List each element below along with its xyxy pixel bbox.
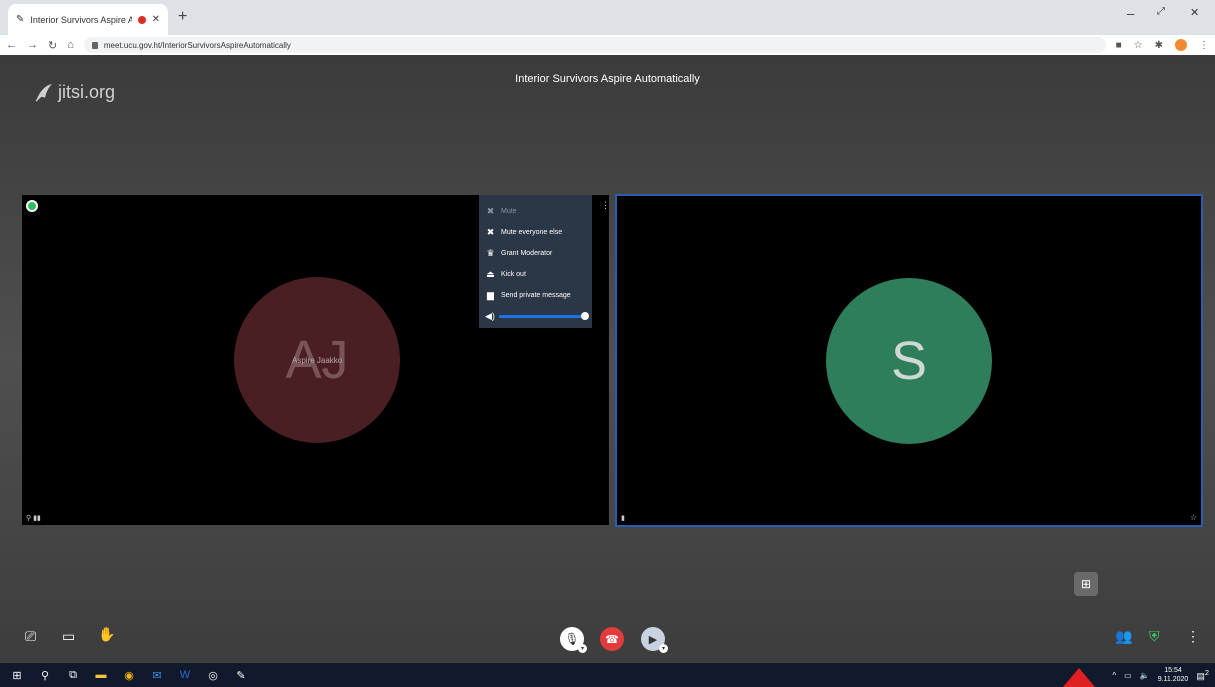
eject-icon: ⏏: [486, 269, 495, 279]
grid-icon: ⊞: [1080, 577, 1092, 591]
volume-slider[interactable]: ◀): [485, 306, 589, 326]
hangup-icon: ☎: [605, 633, 619, 646]
menu-item-label: Kick out: [501, 271, 526, 278]
invite-people-icon[interactable]: 👥: [1115, 628, 1132, 645]
screenshare-icon[interactable]: ▭: [62, 628, 75, 645]
window-close-button[interactable]: ✕: [1190, 6, 1199, 19]
windows-taskbar: ⊞ ⚲ ⧉ ▬ ◉ ✉ W ◎ ✎ ^ ▭ 🔈 15:54 9.11.2020 …: [0, 663, 1215, 687]
back-icon[interactable]: ←: [6, 39, 17, 51]
volume-track[interactable]: [498, 311, 589, 320]
clock[interactable]: 15:54 9.11.2020: [1158, 666, 1189, 684]
clock-time: 15:54: [1164, 667, 1182, 674]
url-text: meet.ucu.gov.ht/InteriorSurvivorsAspireA…: [103, 40, 291, 50]
microphone-icon: 🎙: [564, 632, 580, 646]
connection-indicator-icon[interactable]: [26, 200, 38, 212]
profile-avatar[interactable]: [1175, 39, 1187, 51]
outlook-icon[interactable]: ✉: [150, 668, 164, 682]
meeting-area: jitsi.org Interior Survivors Aspire Auto…: [0, 55, 1215, 663]
task-view-icon[interactable]: ⧉: [66, 668, 80, 682]
remote-menu-icon[interactable]: ⋮: [601, 200, 610, 211]
tile-view-button[interactable]: ⊞: [1074, 572, 1098, 596]
notification-count: 2: [1204, 668, 1209, 677]
notifications-icon[interactable]: ▤2: [1196, 668, 1209, 682]
browser-menu-icon[interactable]: ⋮: [1199, 40, 1209, 51]
more-actions-icon[interactable]: ⋮: [1186, 628, 1200, 645]
chrome-icon[interactable]: ◉: [122, 668, 136, 682]
file-explorer-icon[interactable]: ▬: [94, 668, 108, 682]
menu-item-grant-moderator[interactable]: ♛ Grant Moderator: [485, 243, 586, 264]
window-minimize-button[interactable]: –: [1127, 6, 1134, 21]
remote-participant-menu: ✖ Mute ✖ Mute everyone else ♛ Grant Mode…: [479, 195, 592, 328]
new-tab-button[interactable]: +: [178, 8, 187, 26]
participant-name: Aspire Jaakko: [292, 356, 343, 365]
speaker-icon[interactable]: 🔈: [1140, 671, 1150, 680]
search-icon[interactable]: ⚲: [38, 668, 52, 682]
mic-off-icon: ✖: [486, 206, 495, 216]
browser-toolbar: ← → ↻ ⌂ meet.ucu.gov.ht/InteriorSurvivor…: [0, 35, 1215, 55]
annotation-arrow: [1063, 668, 1095, 687]
camera-button[interactable]: ▶ ▾: [641, 627, 668, 653]
tile-status-icons: ▮: [621, 515, 625, 522]
menu-item-label: Mute everyone else: [501, 229, 563, 236]
participant-tile-s[interactable]: S ▮ ☆: [615, 194, 1203, 527]
home-icon[interactable]: ⌂: [67, 39, 74, 51]
microphone-button[interactable]: 🎙 ▾: [560, 627, 587, 653]
menu-item-label: Mute: [501, 208, 517, 215]
menu-item-label: Grant Moderator: [501, 250, 553, 257]
window-maximize-button[interactable]: ⤢: [1157, 6, 1165, 17]
security-shield-icon[interactable]: ⛨: [1149, 628, 1160, 645]
browser-tabstrip: ✎ Interior Survivors Aspire Aut ✕ + – ⤢ …: [0, 0, 1215, 35]
jitsi-favicon-icon: ✎: [16, 14, 25, 25]
volume-handle[interactable]: [581, 311, 589, 320]
browser-tab[interactable]: ✎ Interior Survivors Aspire Aut ✕: [8, 4, 168, 35]
bookmark-star-icon[interactable]: ☆: [1134, 40, 1143, 51]
crown-icon: ♛: [486, 248, 495, 258]
tab-title: Interior Survivors Aspire Aut: [30, 14, 132, 25]
camera-off-icon: ▶: [648, 633, 658, 646]
reload-icon[interactable]: ↻: [48, 39, 57, 52]
tile-status-icons: ⚲ ▮▮: [26, 515, 41, 522]
chevron-down-icon[interactable]: ▾: [659, 644, 668, 653]
jitsi-app-icon[interactable]: ✎: [234, 668, 248, 682]
forward-icon[interactable]: →: [27, 39, 38, 51]
chat-icon[interactable]: ⎚: [25, 628, 36, 645]
system-tray: ^ ▭ 🔈 15:54 9.11.2020 ▤2: [1112, 663, 1209, 687]
address-bar[interactable]: meet.ucu.gov.ht/InteriorSurvivorsAspireA…: [83, 37, 1106, 53]
volume-icon: ◀): [485, 310, 495, 321]
avatar-initials: S: [890, 331, 928, 391]
app-icon[interactable]: ◎: [206, 668, 220, 682]
tray-expand-icon[interactable]: ^: [1112, 671, 1116, 680]
tab-close-icon[interactable]: ✕: [152, 14, 160, 25]
clock-date: 9.11.2020: [1157, 676, 1189, 683]
meeting-subject: Interior Survivors Aspire Automatically: [515, 73, 700, 85]
menu-item-send-private-message[interactable]: ▆ Send private message: [485, 285, 586, 306]
windows-start-icon[interactable]: ⊞: [10, 668, 24, 682]
avatar-s: S: [826, 278, 992, 444]
mic-off-all-icon: ✖: [486, 227, 495, 237]
raise-hand-icon[interactable]: ✋: [98, 626, 115, 643]
extensions-icon[interactable]: ✱: [1155, 40, 1163, 51]
recording-indicator-icon: [137, 15, 146, 24]
network-icon[interactable]: ▭: [1124, 671, 1132, 680]
moderator-star-icon: ☆: [1189, 513, 1197, 522]
menu-item-kick-out[interactable]: ⏏ Kick out: [485, 264, 586, 285]
menu-item-label: Send private message: [501, 292, 571, 299]
chevron-down-icon[interactable]: ▾: [578, 644, 587, 653]
hangup-button[interactable]: ☎: [600, 627, 624, 651]
camera-permission-icon[interactable]: ■: [1116, 40, 1122, 51]
word-icon[interactable]: W: [178, 668, 192, 682]
menu-item-mute[interactable]: ✖ Mute: [485, 201, 586, 222]
chat-icon: ▆: [487, 290, 494, 300]
lock-icon: [91, 41, 98, 49]
menu-item-mute-everyone-else[interactable]: ✖ Mute everyone else: [485, 222, 586, 243]
